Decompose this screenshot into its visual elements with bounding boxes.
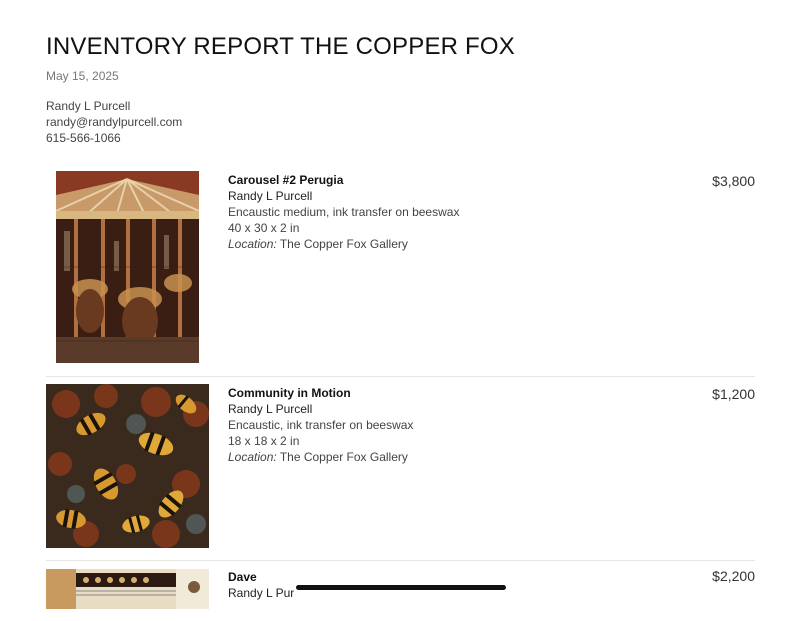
inventory-item: Community in Motion Randy L Purcell Enca… <box>46 377 755 561</box>
contact-phone[interactable]: 615-566-1066 <box>46 130 182 146</box>
item-details: Community in Motion Randy L Purcell Enca… <box>228 385 413 465</box>
bees-artwork-image <box>46 384 209 548</box>
contact-name: Randy L Purcell <box>46 99 131 113</box>
item-medium: Encaustic, ink transfer on beeswax <box>228 418 414 432</box>
inventory-list: Carousel #2 Perugia Randy L Purcell Enca… <box>46 164 755 621</box>
item-artist: Randy L Pur <box>228 586 295 600</box>
artwork-thumbnail-dave[interactable] <box>46 569 209 609</box>
contact-email[interactable]: randy@randylpurcell.com <box>46 114 182 130</box>
item-artist: Randy L Purcell <box>228 402 313 416</box>
inventory-item: Dave Randy L Pur $2,200 <box>46 561 755 621</box>
dave-artwork-image <box>46 569 209 609</box>
item-title[interactable]: Community in Motion <box>228 385 413 401</box>
item-dimensions: 40 x 30 x 2 in <box>228 221 300 235</box>
artwork-thumbnail-community[interactable] <box>46 384 209 548</box>
item-location: Location: The Copper Fox Gallery <box>228 236 459 252</box>
home-indicator-bar[interactable] <box>296 585 506 590</box>
item-price: $2,200 <box>712 568 755 584</box>
item-details: Carousel #2 Perugia Randy L Purcell Enca… <box>228 172 459 252</box>
artwork-thumbnail-carousel[interactable] <box>56 171 199 363</box>
location-label: Location: <box>228 237 277 251</box>
inventory-item: Carousel #2 Perugia Randy L Purcell Enca… <box>46 164 755 377</box>
item-title[interactable]: Dave <box>228 569 294 585</box>
item-medium: Encaustic medium, ink transfer on beeswa… <box>228 205 460 219</box>
item-price: $1,200 <box>712 386 755 402</box>
item-artist: Randy L Purcell <box>228 189 313 203</box>
item-location: Location: The Copper Fox Gallery <box>228 449 413 465</box>
item-title[interactable]: Carousel #2 Perugia <box>228 172 459 188</box>
report-title: INVENTORY REPORT THE COPPER FOX <box>46 33 515 60</box>
location-value: The Copper Fox Gallery <box>279 450 408 464</box>
report-date: May 15, 2025 <box>46 69 119 83</box>
item-details: Dave Randy L Pur <box>228 569 294 601</box>
contact-block: Randy L Purcell randy@randylpurcell.com … <box>46 98 182 146</box>
item-dimensions: 18 x 18 x 2 in <box>228 434 300 448</box>
carousel-artwork-image <box>56 171 199 363</box>
location-label: Location: <box>228 450 277 464</box>
item-price: $3,800 <box>712 173 755 189</box>
location-value: The Copper Fox Gallery <box>279 237 408 251</box>
